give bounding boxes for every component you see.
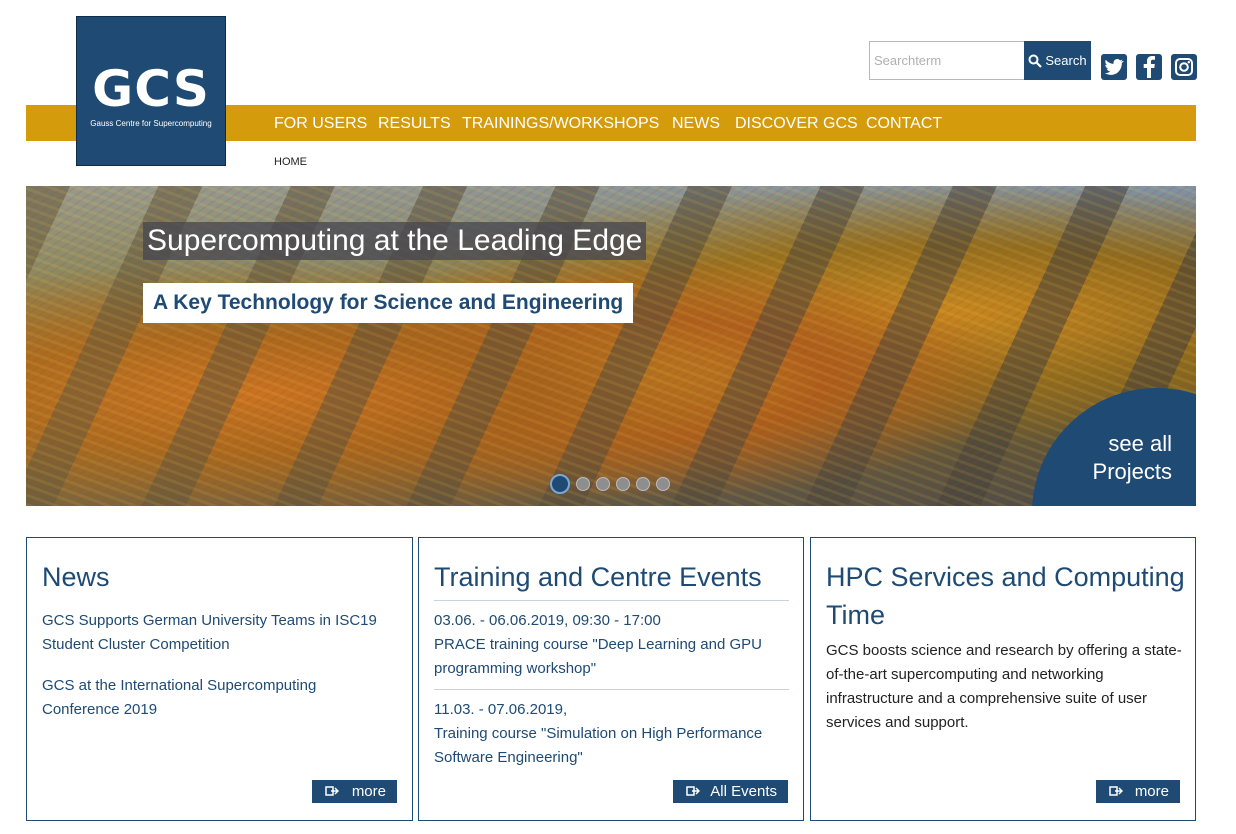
nav-results[interactable]: RESULTS	[378, 115, 451, 133]
news-more-button[interactable]: more	[312, 780, 397, 803]
services-panel: HPC Services and Computing Time GCS boos…	[810, 537, 1196, 821]
nav-for-users[interactable]: FOR USERS	[274, 115, 367, 133]
arrow-right-icon	[1109, 786, 1123, 796]
projects-line1: see all	[1108, 431, 1172, 456]
gcs-logo[interactable]: GCS Gauss Centre for Supercomputing	[76, 16, 226, 166]
slider-dot[interactable]	[616, 477, 630, 491]
search-button-label: Search	[1045, 53, 1087, 68]
see-all-projects-link[interactable]: see all Projects	[1093, 430, 1172, 486]
services-heading: HPC Services and Computing Time	[826, 562, 1185, 630]
nav-trainings-workshops[interactable]: TRAININGS/WORKSHOPS	[462, 115, 659, 133]
slider-dot[interactable]	[636, 477, 650, 491]
hero-slider[interactable]: Supercomputing at the Leading Edge A Key…	[26, 186, 1196, 506]
events-heading: Training and Centre Events	[434, 562, 762, 592]
event-date: 03.06. - 06.06.2019, 09:30 - 17:00	[434, 612, 661, 629]
news-heading: News	[42, 562, 110, 592]
search-icon	[1028, 54, 1043, 68]
twitter-link[interactable]	[1101, 54, 1127, 80]
search-button[interactable]: Search	[1024, 41, 1091, 80]
arrow-right-icon	[686, 786, 700, 796]
news-item[interactable]: GCS Supports German University Teams in …	[42, 609, 392, 657]
logo-subtitle: Gauss Centre for Supercomputing	[90, 119, 212, 128]
nav-discover-gcs[interactable]: DISCOVER GCS	[735, 115, 858, 133]
divider	[434, 689, 789, 690]
facebook-icon	[1143, 56, 1155, 78]
slider-dot[interactable]	[656, 477, 670, 491]
breadcrumb[interactable]: HOME	[274, 156, 307, 168]
slider-dot[interactable]	[550, 474, 570, 494]
hero-subtitle: A Key Technology for Science and Enginee…	[143, 283, 634, 323]
event-title[interactable]: Training course "Simulation on High Perf…	[434, 722, 784, 770]
all-events-button[interactable]: All Events	[673, 780, 788, 803]
logo-text: GCS	[92, 60, 210, 118]
instagram-icon	[1175, 58, 1193, 76]
arrow-right-icon	[325, 786, 339, 796]
services-description: GCS boosts science and research by offer…	[826, 642, 1182, 731]
services-more-button[interactable]: more	[1096, 780, 1180, 803]
all-events-label: All Events	[710, 783, 777, 800]
slider-dot[interactable]	[596, 477, 610, 491]
divider	[434, 600, 789, 601]
nav-contact[interactable]: CONTACT	[866, 115, 942, 133]
event-title[interactable]: PRACE training course "Deep Learning and…	[434, 633, 784, 681]
news-panel: News GCS Supports German University Team…	[26, 537, 413, 821]
projects-line2: Projects	[1092, 459, 1172, 484]
event-date: 11.03. - 07.06.2019,	[434, 701, 568, 718]
news-item[interactable]: GCS at the International Supercomputing …	[42, 674, 392, 722]
twitter-icon	[1105, 59, 1124, 75]
events-panel: Training and Centre Events 03.06. - 06.0…	[418, 537, 804, 821]
slider-dots	[550, 474, 670, 494]
facebook-link[interactable]	[1136, 54, 1162, 80]
news-more-label: more	[351, 783, 386, 800]
hero-title: Supercomputing at the Leading Edge	[143, 222, 647, 260]
services-more-label: more	[1134, 783, 1169, 800]
nav-news[interactable]: NEWS	[672, 115, 720, 133]
instagram-link[interactable]	[1171, 54, 1197, 80]
slider-dot[interactable]	[576, 477, 590, 491]
search-input[interactable]	[869, 41, 1025, 80]
